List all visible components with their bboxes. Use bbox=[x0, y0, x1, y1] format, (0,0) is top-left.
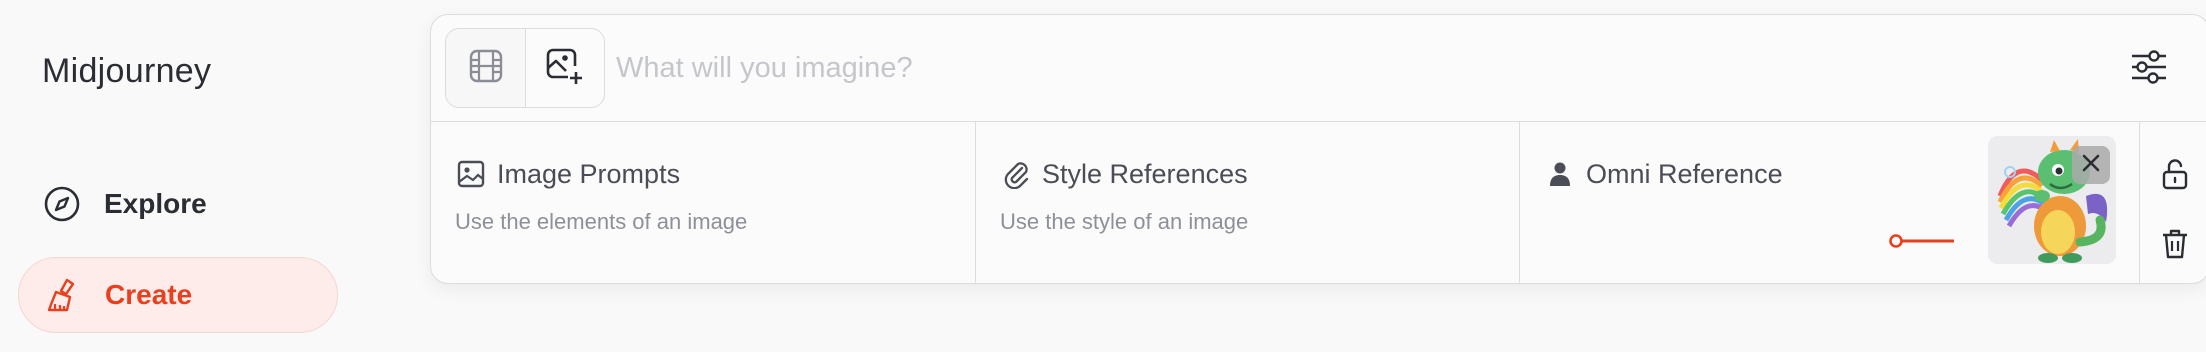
unlock-icon bbox=[2160, 158, 2190, 195]
nav-explore[interactable]: Explore bbox=[18, 166, 338, 242]
omni-reference-title: Omni Reference bbox=[1586, 158, 1783, 189]
image-prompts-heading: Image Prompts bbox=[455, 158, 680, 190]
settings-button[interactable] bbox=[2127, 47, 2171, 91]
sidebar: Midjourney Explore Create bbox=[0, 0, 420, 352]
prompt-bar bbox=[431, 15, 2206, 122]
brand-logo[interactable]: Midjourney bbox=[42, 52, 211, 91]
clear-references-button[interactable] bbox=[2159, 228, 2191, 265]
imagine-panel: Image Prompts Use the elements of an ima… bbox=[430, 14, 2206, 284]
remove-reference-button[interactable] bbox=[2072, 146, 2110, 184]
nav-create-label: Create bbox=[105, 279, 193, 310]
omni-reference-dropzone[interactable]: Omni Reference bbox=[1519, 122, 2139, 283]
paperclip-icon bbox=[1000, 158, 1032, 190]
video-mode-button[interactable] bbox=[446, 29, 525, 107]
prompt-input[interactable] bbox=[616, 45, 2016, 91]
nav-explore-label: Explore bbox=[104, 188, 207, 219]
add-image-button[interactable] bbox=[525, 29, 604, 107]
style-references-description: Use the style of an image bbox=[1000, 209, 1249, 234]
image-prompts-title: Image Prompts bbox=[497, 158, 681, 189]
mode-toggle-group bbox=[445, 28, 605, 108]
close-icon bbox=[2080, 152, 2102, 179]
lock-toggle-button[interactable] bbox=[2159, 158, 2191, 195]
image-prompts-dropzone[interactable]: Image Prompts Use the elements of an ima… bbox=[431, 122, 975, 283]
image-add-icon bbox=[544, 45, 586, 92]
person-icon bbox=[1544, 158, 1576, 190]
style-references-title: Style References bbox=[1042, 158, 1248, 189]
reference-section: Image Prompts Use the elements of an ima… bbox=[431, 122, 2139, 283]
reference-actions bbox=[2139, 122, 2206, 283]
style-references-dropzone[interactable]: Style References Use the style of an ima… bbox=[975, 122, 1519, 283]
omni-reference-heading: Omni Reference bbox=[1544, 158, 1783, 190]
image-prompts-description: Use the elements of an image bbox=[455, 209, 748, 234]
sliders-icon bbox=[2129, 47, 2169, 92]
film-icon bbox=[467, 47, 505, 90]
brush-icon bbox=[43, 275, 83, 315]
omni-reference-thumbnail[interactable] bbox=[1988, 136, 2116, 264]
style-references-heading: Style References bbox=[1000, 158, 1248, 190]
omni-weight-slider[interactable] bbox=[1888, 231, 1958, 251]
trash-icon bbox=[2160, 228, 2190, 265]
image-icon bbox=[455, 158, 487, 190]
compass-icon bbox=[42, 184, 82, 224]
nav-create[interactable]: Create bbox=[18, 257, 338, 333]
